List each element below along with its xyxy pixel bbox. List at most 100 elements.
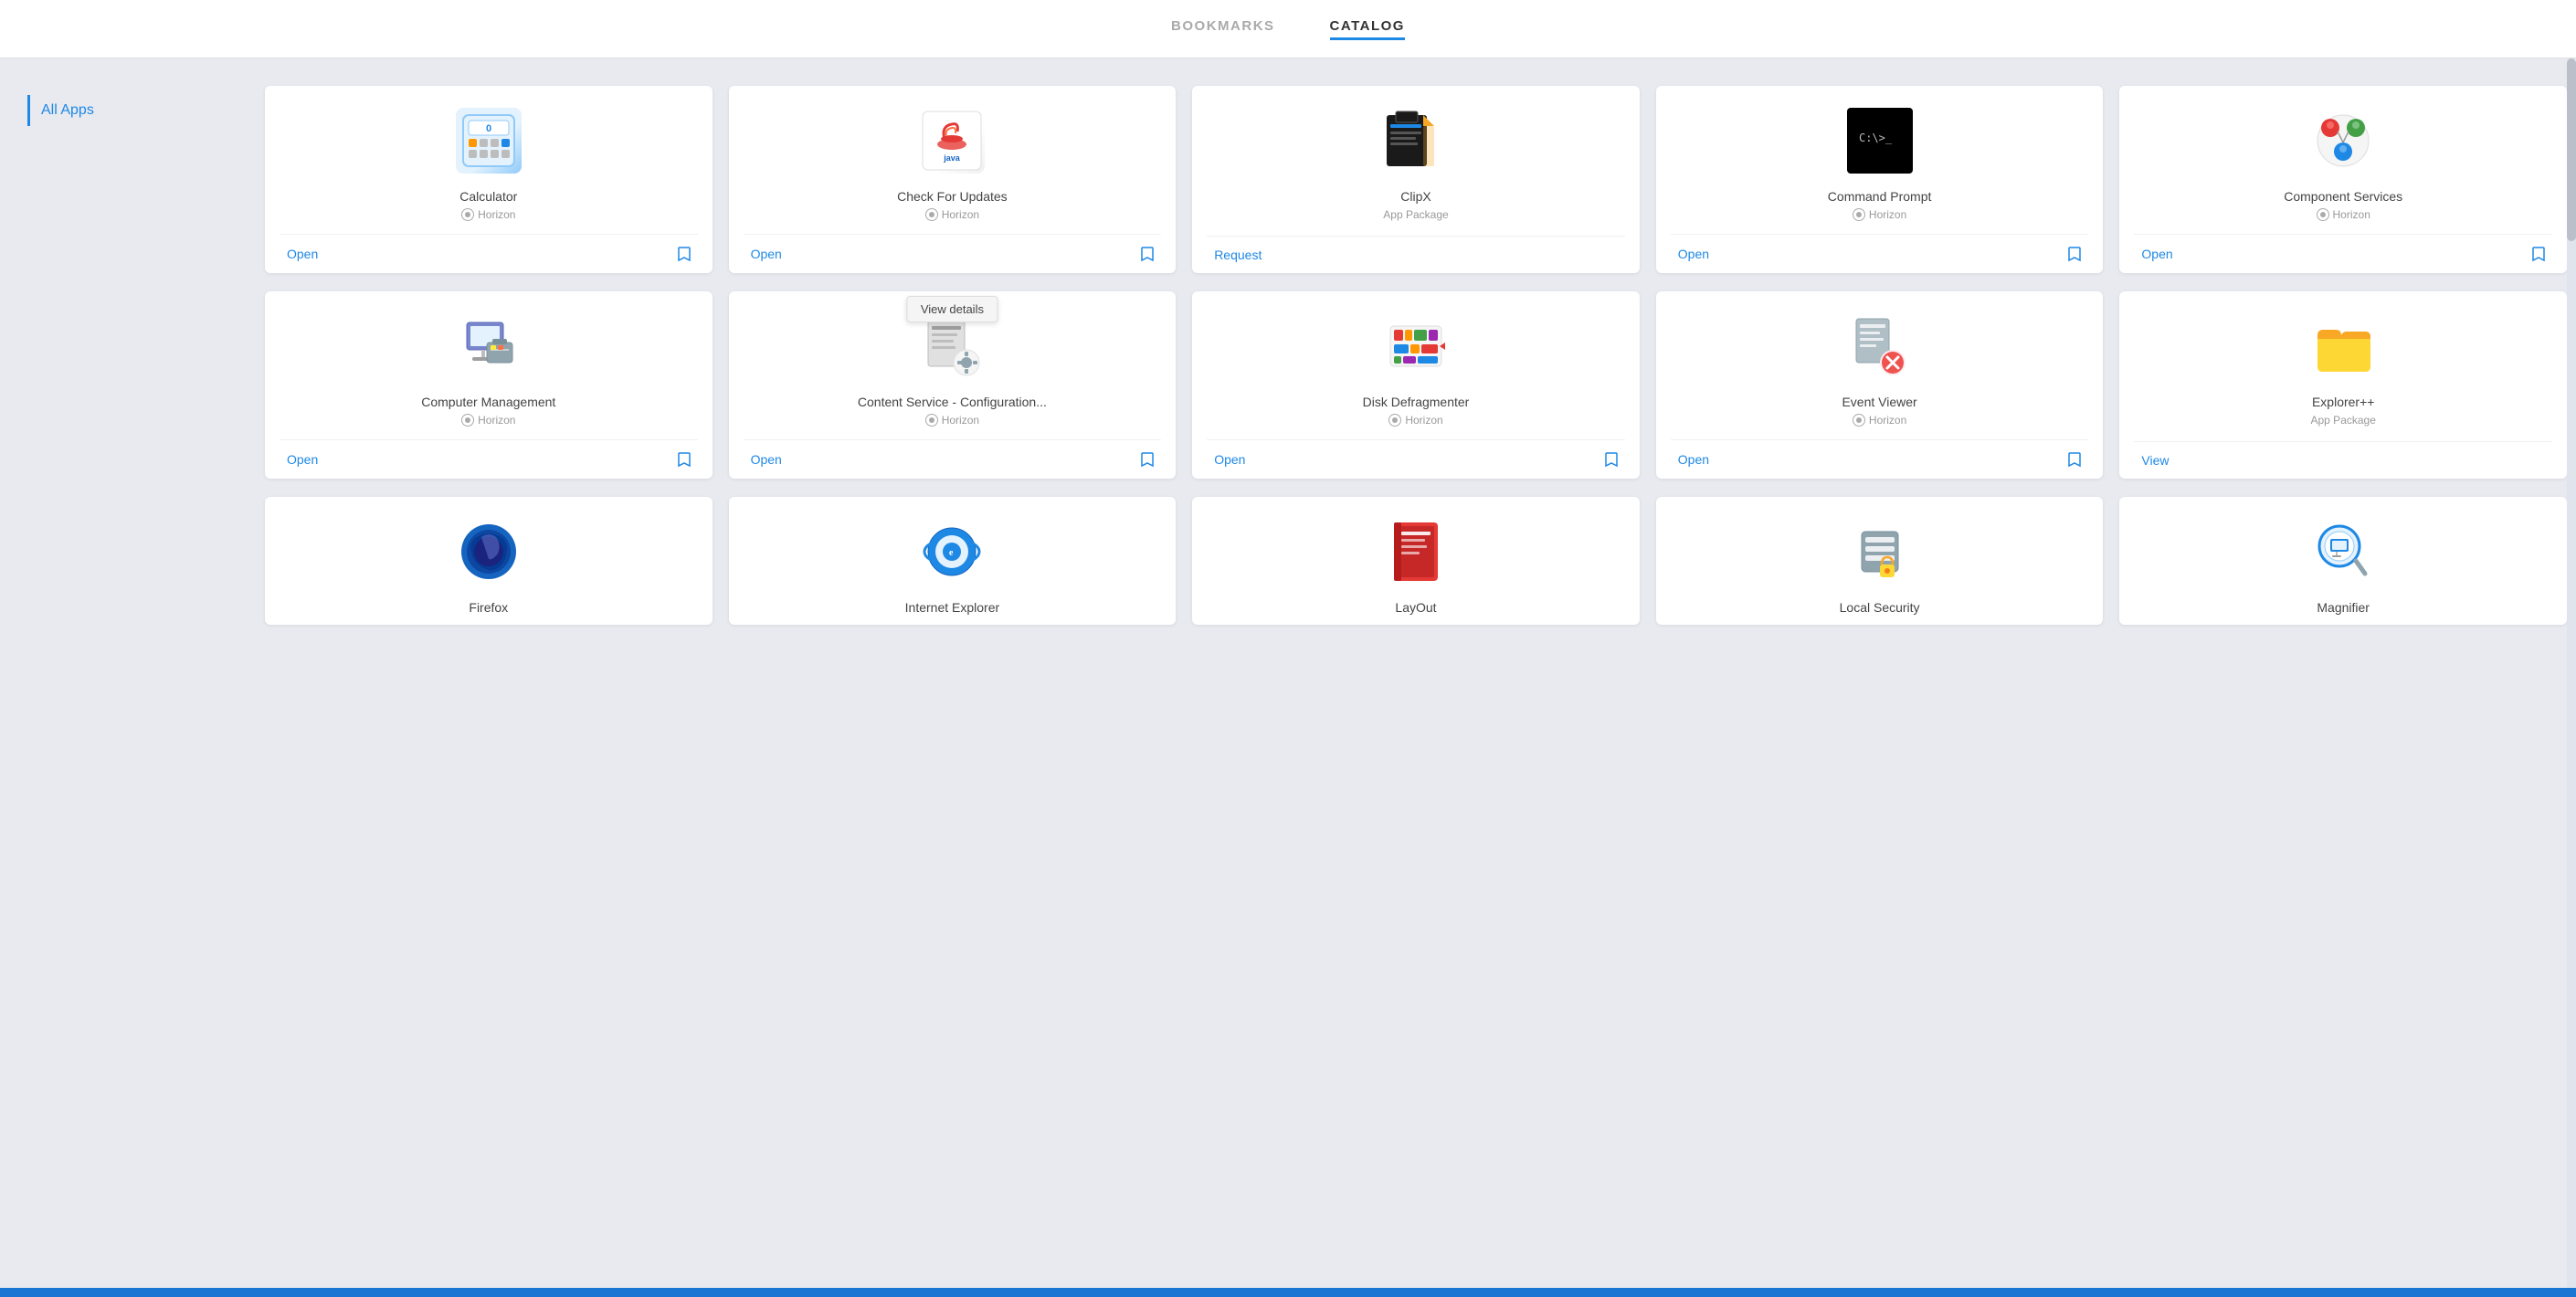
content-service-icon [919, 313, 985, 379]
app-source-clipx: App Package [1383, 208, 1448, 221]
app-card-actions-calculator: Open [280, 234, 698, 273]
app-grid-container: 0 Calculator Horizon [256, 77, 2576, 634]
sidebar: All Apps [0, 77, 256, 634]
app-card-event-viewer: Event Viewer Horizon Open [1656, 291, 2104, 479]
app-name-cmd: Command Prompt [1828, 188, 1932, 205]
svg-text:e: e [949, 548, 954, 558]
app-source-check-updates: Horizon [925, 208, 979, 221]
app-card-actions-computer-mgmt: Open [280, 439, 698, 479]
app-name-computer-mgmt: Computer Management [421, 394, 555, 410]
app-card-defrag: Disk Defragmenter Horizon Open [1192, 291, 1640, 479]
horizon-icon-event-viewer [1853, 414, 1865, 427]
app-name-defrag: Disk Defragmenter [1363, 394, 1470, 410]
bookmark-button-content-service[interactable] [1134, 449, 1161, 469]
app-card-calculator: 0 Calculator Horizon [265, 86, 713, 273]
scrollbar-thumb[interactable] [2567, 58, 2576, 241]
scrollbar[interactable] [2567, 58, 2576, 1297]
app-card-explorer: Explorer++ App Package View [2119, 291, 2567, 479]
app-grid-row3: Firefox e Internet Explorer [265, 488, 2567, 634]
defrag-icon [1383, 313, 1449, 379]
horizon-icon-compmgmt [461, 414, 474, 427]
app-card-local-security: Local Security [1656, 497, 2104, 625]
app-card-component-services: Component Services Horizon Open [2119, 86, 2567, 273]
bookmark-button-computer-mgmt[interactable] [670, 449, 698, 469]
nav-tabs: BOOKMARKS CATALOG [1171, 18, 1405, 40]
open-button-check-updates[interactable]: Open [744, 245, 789, 263]
app-card-actions-event-viewer: Open [1671, 439, 2089, 479]
svg-text:C:\>_: C:\>_ [1859, 132, 1893, 144]
app-card-actions-component-services: Open [2134, 234, 2552, 273]
bookmark-button-cmd[interactable] [2061, 244, 2088, 264]
app-source-component-services: Horizon [2317, 208, 2370, 221]
app-card-actions-explorer: View [2134, 441, 2552, 479]
app-card-actions-defrag: Open [1207, 439, 1625, 479]
app-card-ie: e Internet Explorer [729, 497, 1177, 625]
bookmark-button-calculator[interactable] [670, 244, 698, 264]
app-name-ie: Internet Explorer [905, 599, 1000, 616]
sidebar-item-label: All Apps [41, 102, 94, 119]
ie-icon: e [919, 519, 985, 585]
app-grid-row2: Computer Management Horizon Open [265, 282, 2567, 488]
app-card-computer-mgmt: Computer Management Horizon Open [265, 291, 713, 479]
app-name-local-security: Local Security [1840, 599, 1920, 616]
app-card-content-service: Content Service - Configuration... Horiz… [729, 291, 1177, 479]
app-name-calculator: Calculator [459, 188, 517, 205]
request-button-clipx[interactable]: Request [1207, 246, 1269, 264]
open-button-event-viewer[interactable]: Open [1671, 450, 1716, 469]
app-card-actions-clipx: Request [1207, 236, 1625, 273]
firefox-icon [456, 519, 522, 585]
app-source-event-viewer: Horizon [1853, 414, 1906, 427]
app-card-magnifier: Magnifier [2119, 497, 2567, 625]
horizon-icon-defrag [1388, 414, 1401, 427]
localsec-icon [1847, 519, 1913, 585]
app-name-component-services: Component Services [2284, 188, 2402, 205]
app-name-clipx: ClipX [1400, 188, 1431, 205]
top-nav: BOOKMARKS CATALOG [0, 0, 2576, 58]
app-name-check-updates: Check For Updates [897, 188, 1008, 205]
app-name-explorer: Explorer++ [2312, 394, 2374, 410]
app-source-computer-mgmt: Horizon [461, 414, 515, 427]
app-card-cmd: C:\>_ Command Prompt Horizon Open [1656, 86, 2104, 273]
open-button-defrag[interactable]: Open [1207, 450, 1252, 469]
app-name-event-viewer: Event Viewer [1842, 394, 1916, 410]
app-card-actions-cmd: Open [1671, 234, 2089, 273]
bookmark-button-defrag[interactable] [1598, 449, 1625, 469]
app-source-defrag: Horizon [1388, 414, 1442, 427]
app-grid-row1: 0 Calculator Horizon [265, 77, 2567, 282]
open-button-cmd[interactable]: Open [1671, 245, 1716, 263]
bookmark-button-component-services[interactable] [2525, 244, 2552, 264]
layout-icon [1383, 519, 1449, 585]
app-card-check-updates: java Check For Updates Horizon Open View… [729, 86, 1177, 273]
tab-bookmarks[interactable]: BOOKMARKS [1171, 18, 1275, 40]
app-name-layout: LayOut [1395, 599, 1436, 616]
horizon-icon-check-updates [925, 208, 938, 221]
magnifier-icon [2310, 519, 2376, 585]
sidebar-item-all-apps[interactable]: All Apps [27, 95, 228, 126]
app-card-clipx: ClipX App Package Request [1192, 86, 1640, 273]
compmgmt-icon [456, 313, 522, 379]
tab-catalog[interactable]: CATALOG [1330, 18, 1405, 40]
explorer-icon [2310, 313, 2376, 379]
cmd-icon: C:\>_ [1847, 108, 1913, 174]
svg-text:java: java [944, 153, 962, 163]
open-button-computer-mgmt[interactable]: Open [280, 450, 325, 469]
app-card-actions-content-service: Open [744, 439, 1162, 479]
app-card-layout: LayOut [1192, 497, 1640, 625]
svg-text:0: 0 [486, 123, 491, 134]
eventviewer-icon [1847, 313, 1913, 379]
bookmark-button-event-viewer[interactable] [2061, 449, 2088, 469]
open-button-content-service[interactable]: Open [744, 450, 789, 469]
app-source-explorer: App Package [2311, 414, 2376, 427]
java-icon: java [919, 108, 985, 174]
bookmark-button-check-updates[interactable] [1134, 244, 1161, 264]
app-card-actions-check-updates: Open [744, 234, 1162, 273]
calculator-icon: 0 [456, 108, 522, 174]
main-layout: All Apps 0 [0, 58, 2576, 652]
open-button-component-services[interactable]: Open [2134, 245, 2180, 263]
app-source-cmd: Horizon [1853, 208, 1906, 221]
horizon-icon-compservices [2317, 208, 2329, 221]
horizon-icon-cmd [1853, 208, 1865, 221]
open-button-calculator[interactable]: Open [280, 245, 325, 263]
view-button-explorer[interactable]: View [2134, 451, 2176, 469]
app-name-firefox: Firefox [469, 599, 508, 616]
